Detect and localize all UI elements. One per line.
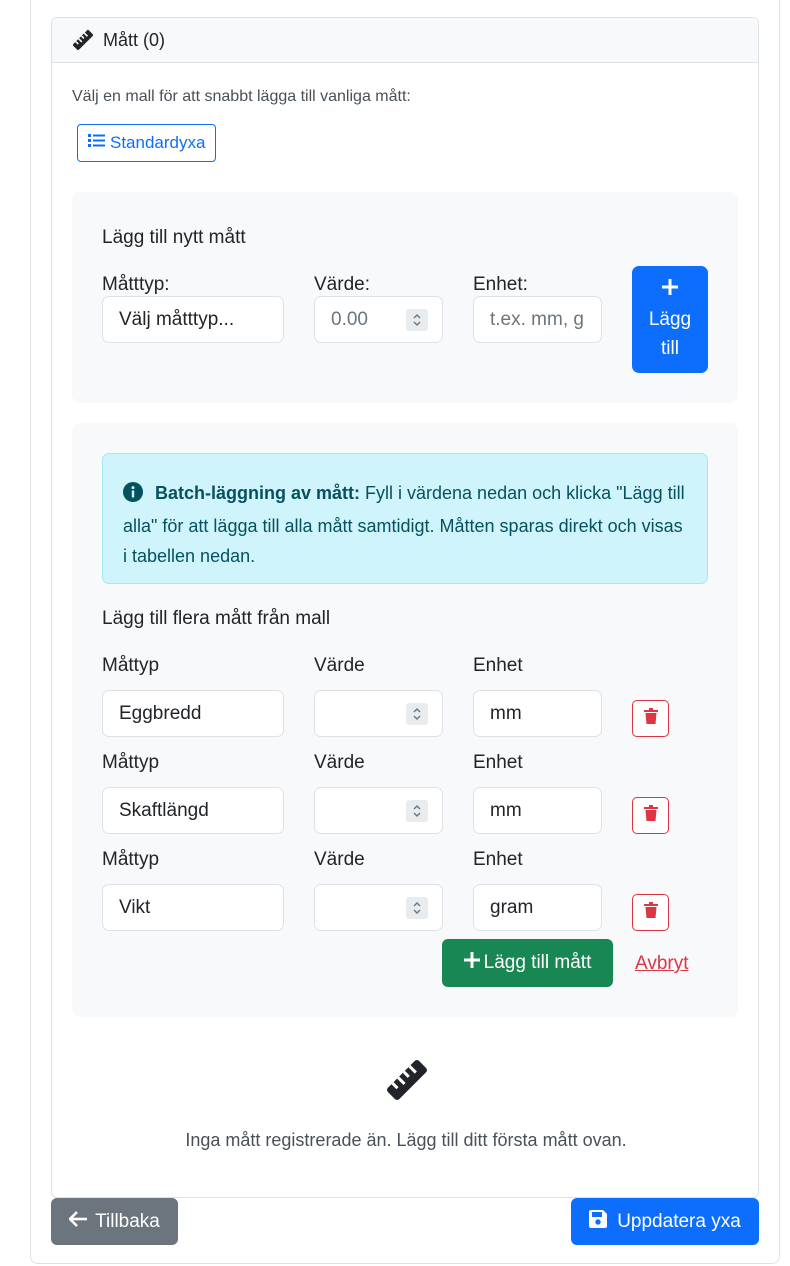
col-unit-label: Enhet <box>473 752 523 773</box>
list-icon <box>88 133 105 153</box>
save-label: Uppdatera yxa <box>617 1210 741 1232</box>
spinner-icon[interactable] <box>406 309 428 331</box>
batch-info-alert: Batch-läggning av mått: Fyll i värdena n… <box>102 453 708 584</box>
add-form-heading: Lägg till nytt mått <box>102 227 246 248</box>
empty-state-text: Inga mått registrerade än. Lägg till dit… <box>185 1130 627 1150</box>
batch-unit-input[interactable]: mm <box>473 690 602 737</box>
spinner-icon[interactable] <box>406 703 428 725</box>
update-axe-button[interactable]: Uppdatera yxa <box>571 1198 759 1245</box>
add-all-label: Lägg till mått <box>483 952 592 973</box>
batch-unit-value: mm <box>490 702 522 724</box>
col-value-label: Värde <box>314 752 365 773</box>
info-icon <box>123 481 143 511</box>
back-button[interactable]: Tillbaka <box>51 1198 178 1245</box>
batch-type-value: Vikt <box>119 896 151 918</box>
template-button-label: Standardyxa <box>110 133 206 152</box>
trash-icon <box>643 708 658 729</box>
spinner-icon[interactable] <box>406 800 428 822</box>
ruler-icon <box>72 29 94 51</box>
col-unit-label: Enhet <box>473 849 523 870</box>
type-label: Måtttyp: <box>102 274 170 295</box>
cancel-link[interactable]: Avbryt <box>635 953 689 975</box>
unit-placeholder: t.ex. mm, g <box>490 308 584 330</box>
arrow-left-icon <box>68 1210 88 1233</box>
unit-label: Enhet: <box>473 274 528 295</box>
batch-heading: Lägg till flera mått från mall <box>102 608 331 629</box>
batch-panel: Batch-läggning av mått: Fyll i värdena n… <box>72 423 738 1017</box>
col-type-label: Måttyp <box>102 849 160 870</box>
batch-type-input[interactable]: Skaftlängd <box>102 787 284 834</box>
batch-value-input[interactable] <box>314 787 443 834</box>
trash-icon <box>643 805 658 826</box>
delete-row-button[interactable] <box>632 700 669 737</box>
add-button-line1: Lägg <box>648 309 692 330</box>
add-measurement-panel: Lägg till nytt mått Måtttyp: Välj måttty… <box>72 192 738 403</box>
batch-type-input[interactable]: Eggbredd <box>102 690 284 737</box>
value-placeholder: 0.00 <box>331 308 368 330</box>
unit-input[interactable]: t.ex. mm, g <box>473 296 602 343</box>
batch-type-input[interactable]: Vikt <box>102 884 284 931</box>
standardyxa-template-button[interactable]: Standardyxa <box>77 124 217 162</box>
alert-title: Batch-läggning av mått: <box>155 483 361 503</box>
col-type-label: Måttyp <box>102 655 160 676</box>
batch-unit-value: gram <box>490 896 534 918</box>
back-label: Tillbaka <box>95 1210 160 1232</box>
col-unit-label: Enhet <box>473 655 523 676</box>
trash-icon <box>643 902 658 923</box>
col-value-label: Värde <box>314 849 365 870</box>
add-all-measurements-button[interactable]: Lägg till mått <box>442 939 613 987</box>
batch-value-input[interactable] <box>314 690 443 737</box>
value-input[interactable]: 0.00 <box>314 296 443 343</box>
spinner-icon[interactable] <box>406 897 428 919</box>
delete-row-button[interactable] <box>632 797 669 834</box>
batch-type-value: Skaftlängd <box>119 799 209 821</box>
card-title: Mått (0) <box>103 29 166 50</box>
plus-icon <box>463 952 480 974</box>
batch-unit-input[interactable]: mm <box>473 787 602 834</box>
card-header: Mått (0) <box>52 18 758 63</box>
template-hint: Välj en mall för att snabbt lägga till v… <box>72 88 411 105</box>
batch-unit-value: mm <box>490 799 522 821</box>
col-type-label: Måttyp <box>102 752 160 773</box>
batch-unit-input[interactable]: gram <box>473 884 602 931</box>
batch-type-value: Eggbredd <box>119 702 202 724</box>
measurements-card: Mått (0) Välj en mall för att snabbt läg… <box>51 17 759 1198</box>
add-measurement-button[interactable]: Lägg till <box>632 266 708 373</box>
ruler-icon <box>385 1058 429 1102</box>
save-icon <box>589 1209 608 1234</box>
batch-value-input[interactable] <box>314 884 443 931</box>
delete-row-button[interactable] <box>632 894 669 931</box>
plus-icon <box>661 276 679 305</box>
col-value-label: Värde <box>314 655 365 676</box>
measurement-type-select[interactable]: Välj måtttyp... <box>102 296 284 343</box>
value-label: Värde: <box>314 274 370 295</box>
add-button-line2: till <box>661 338 679 359</box>
type-select-value: Välj måtttyp... <box>119 308 235 330</box>
